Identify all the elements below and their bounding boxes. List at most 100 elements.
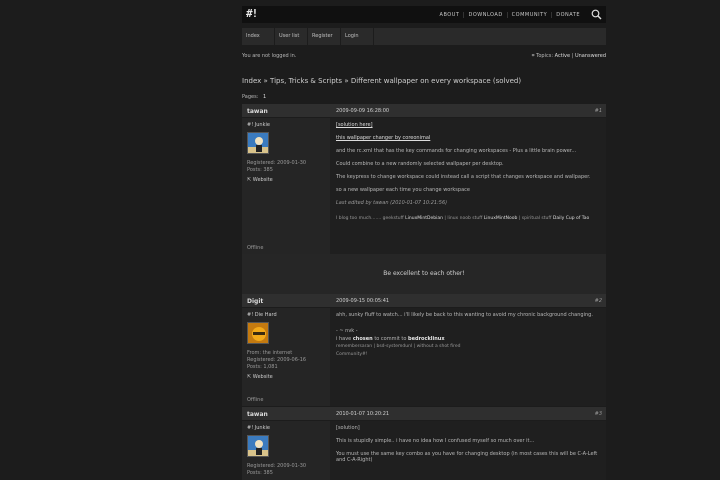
user-location: From: the internet <box>247 350 293 356</box>
subnav-login[interactable]: Login <box>341 28 374 45</box>
sub-nav: Index User list Register Login <box>242 28 606 45</box>
user-meta: Registered: 2009-01-30 Posts: 385 <box>247 160 325 174</box>
rss-icon: ⌗ <box>531 53 535 59</box>
post-line[interactable]: [solution here] <box>336 122 600 128</box>
subnav-user-list[interactable]: User list <box>275 28 308 45</box>
website-label: Website <box>252 374 273 380</box>
post-author[interactable]: tawan <box>247 411 268 418</box>
avatar <box>247 322 269 344</box>
post: Digit 2009-09-15 00:05:41 #2 #! Die Hard… <box>242 294 606 406</box>
sig-line: i have chosen to commit to bedrocklinux <box>336 336 600 342</box>
sig-link[interactable]: LinuxMintDebian <box>405 216 443 221</box>
post-author-info: #! Junkie Registered: 2009-01-30 Posts: … <box>242 118 330 254</box>
post-count: Posts: 385 <box>247 470 273 476</box>
registered-date: Registered: 2009-01-30 <box>247 160 307 166</box>
page-current[interactable]: 1 <box>263 94 266 100</box>
user-meta: From: the internet Registered: 2009-06-1… <box>247 350 325 371</box>
post-line: ahh, sunky fluff to watch... i'll likely… <box>336 312 593 318</box>
user-title: #! Die Hard <box>247 312 277 318</box>
sig-text: I blog too much....... <box>336 216 382 221</box>
user-title: #! Junkie <box>247 122 270 128</box>
top-bar: #! ABOUT DOWNLOAD COMMUNITY DONATE <box>242 6 606 23</box>
breadcrumb: Index » Tips, Tricks & Scripts » Differe… <box>242 77 521 85</box>
post-date[interactable]: 2009-09-15 00:05:41 <box>336 298 389 304</box>
sig-line: remembersaran | bsd-systemdunl | without… <box>336 344 461 349</box>
breadcrumb-forum[interactable]: Tips, Tricks & Scripts <box>270 77 342 85</box>
sig-text: to commit to <box>374 336 407 342</box>
sig-line: - ~ nvk - <box>336 328 358 334</box>
nav-download[interactable]: DOWNLOAD <box>463 11 506 18</box>
sig-link[interactable]: LinuxMintNoob <box>484 216 518 221</box>
sig-text: i have <box>336 336 352 342</box>
search-icon[interactable] <box>591 9 602 20</box>
post-author-info: #! Die Hard From: the internet Registere… <box>242 308 330 406</box>
post: tawan 2010-01-07 10:20:21 #3 #! Junkie R… <box>242 407 606 480</box>
post-header: tawan 2010-01-07 10:20:21 #3 <box>242 407 606 421</box>
top-nav: ABOUT DOWNLOAD COMMUNITY DONATE <box>436 6 584 23</box>
avatar <box>247 132 269 154</box>
subnav-register[interactable]: Register <box>308 28 341 45</box>
post-line: This is stupidly simple.. i have no idea… <box>336 438 535 444</box>
post-number[interactable]: #1 <box>595 108 602 114</box>
post-author[interactable]: tawan <box>247 108 268 115</box>
avatar <box>247 435 269 457</box>
sig-text: chosen <box>352 336 373 342</box>
sig-link[interactable]: Daily Cup of Tao <box>553 216 589 221</box>
post-content: [solution here] this wallpaper changer b… <box>330 118 606 254</box>
link-icon: ⇱ <box>247 374 252 380</box>
user-title: #! Junkie <box>247 425 270 431</box>
online-status: Offline <box>247 245 264 251</box>
nav-donate[interactable]: DONATE <box>551 11 584 18</box>
link-icon: ⇱ <box>247 177 252 183</box>
signature: I blog too much....... geekstuff LinuxMi… <box>336 216 600 222</box>
post-text[interactable]: this wallpaper changer by coreonimal <box>336 135 430 141</box>
post-line: The keypress to change workspace could i… <box>336 174 591 180</box>
sig-link[interactable]: bedrocklinux <box>408 336 445 342</box>
post-count: Posts: 1,081 <box>247 364 278 370</box>
sig-text: geekstuff <box>382 216 404 221</box>
post-header: tawan 2009-09-09 16:28:00 #1 <box>242 104 606 118</box>
topics-links: ⌗ Topics: Active | Unanswered <box>531 53 606 59</box>
sig-text: | linux noob stuff <box>444 216 483 221</box>
post-line: and the rc.xml that has the key commands… <box>336 148 577 154</box>
banner: Be excellent to each other! <box>242 254 606 294</box>
post-date[interactable]: 2009-09-09 16:28:00 <box>336 108 389 114</box>
subnav-index[interactable]: Index <box>242 28 275 45</box>
post-content: ahh, sunky fluff to watch... i'll likely… <box>330 308 606 406</box>
breadcrumb-sep: » <box>263 77 268 85</box>
nav-about[interactable]: ABOUT <box>436 12 464 18</box>
site-logo[interactable]: #! <box>246 7 258 20</box>
website-link[interactable]: ⇱ Website <box>247 374 325 380</box>
website-link[interactable]: ⇱ Website <box>247 177 325 183</box>
post-line: Could combine to a new randomly selected… <box>336 161 504 167</box>
post-date[interactable]: 2010-01-07 10:20:21 <box>336 411 389 417</box>
edit-note: Last edited by tawan (2010-01-07 10:21:5… <box>336 200 448 206</box>
post-content: [solution] This is stupidly simple.. i h… <box>330 421 606 480</box>
online-status: Offline <box>247 397 264 403</box>
breadcrumb-index[interactable]: Index <box>242 77 261 85</box>
breadcrumb-sep: » <box>344 77 349 85</box>
post-author[interactable]: Digit <box>247 298 263 305</box>
post-header: Digit 2009-09-15 00:05:41 #2 <box>242 294 606 308</box>
post-count: Posts: 385 <box>247 167 273 173</box>
registered-date: Registered: 2009-01-30 <box>247 463 307 469</box>
unanswered-link[interactable]: Unanswered <box>575 53 606 59</box>
sig-line[interactable]: Community#! <box>336 352 600 358</box>
post-author-info: #! Junkie Registered: 2009-01-30 Posts: … <box>242 421 330 480</box>
website-label: Website <box>252 177 273 183</box>
post-line: You must use the same key combo as you h… <box>336 451 598 463</box>
user-meta: Registered: 2009-01-30 Posts: 385 <box>247 463 325 477</box>
pagination: Pages: 1 <box>242 94 266 100</box>
post-number[interactable]: #3 <box>595 411 602 417</box>
post-number[interactable]: #2 <box>595 298 602 304</box>
nav-community[interactable]: COMMUNITY <box>506 11 552 18</box>
post-line: so a new wallpaper each time you change … <box>336 187 470 193</box>
active-link[interactable]: Active <box>555 53 570 59</box>
breadcrumb-topic[interactable]: Different wallpaper on every workspace (… <box>351 77 521 85</box>
post-line: [solution] <box>336 425 360 431</box>
topics-label: Topics: <box>536 53 554 59</box>
login-status: You are not logged in. <box>242 53 297 59</box>
registered-date: Registered: 2009-06-16 <box>247 357 307 363</box>
sig-text: | spiritual stuff <box>518 216 552 221</box>
pages-label: Pages: <box>242 94 259 100</box>
